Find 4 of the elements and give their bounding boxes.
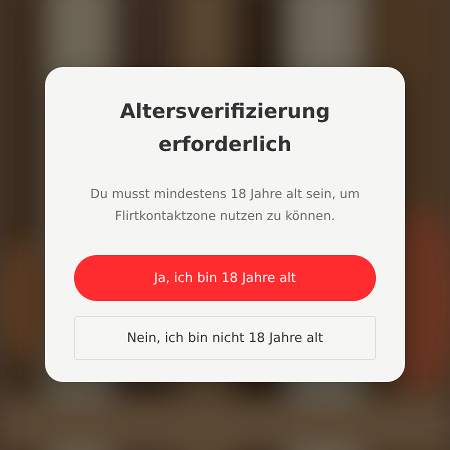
dialog-title: Altersverifizierung erforderlich xyxy=(118,98,332,158)
decline-button[interactable]: Nein, ich bin nicht 18 Jahre alt xyxy=(74,316,376,360)
confirm-button[interactable]: Ja, ich bin 18 Jahre alt xyxy=(74,255,376,301)
dialog-message: Du musst mindestens 18 Jahre alt sein, um Flirtkontaktzone nutzen zu können. xyxy=(89,185,361,225)
